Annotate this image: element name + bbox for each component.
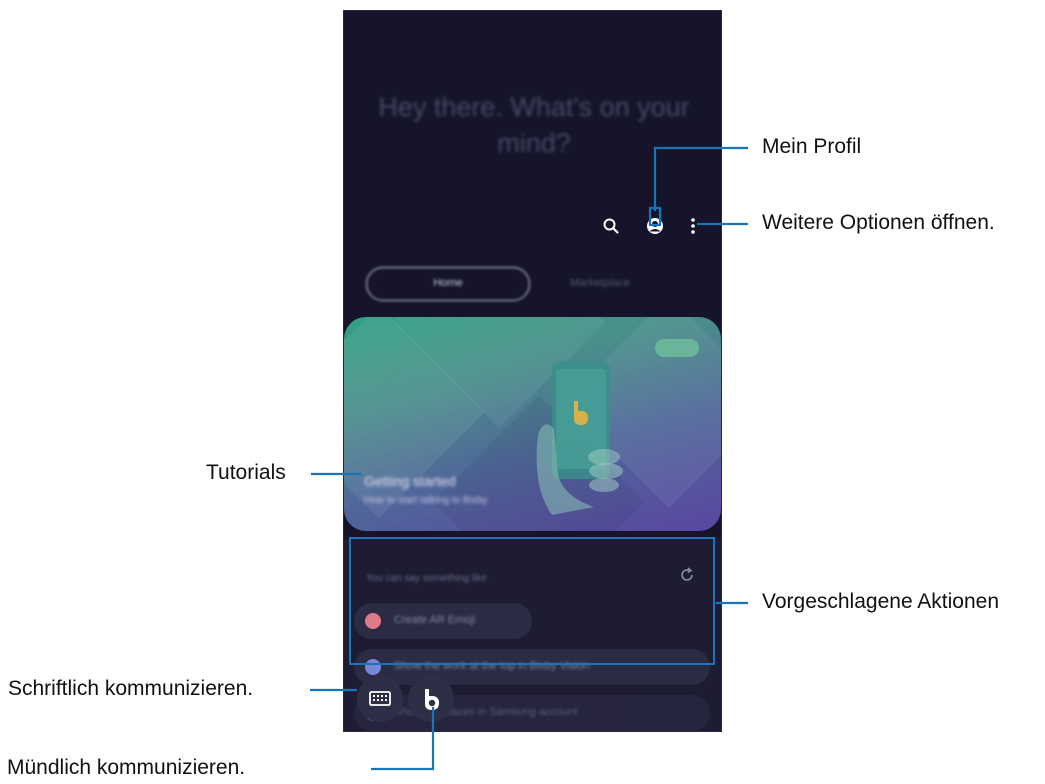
callout-lines <box>310 146 748 771</box>
label-more-options: Weitere Optionen öffnen. <box>762 211 995 234</box>
label-text-input: Schriftlich kommunizieren. <box>8 677 254 700</box>
label-tutorials: Tutorials <box>206 461 286 484</box>
label-suggested-actions: Vorgeschlagene Aktionen <box>762 590 1000 613</box>
callout-line-profile <box>653 146 748 211</box>
callout-line-voice-input <box>371 707 435 771</box>
label-my-profile: Mein Profil <box>762 135 862 158</box>
label-voice-input: Mündlich kommunizieren. <box>7 756 246 779</box>
